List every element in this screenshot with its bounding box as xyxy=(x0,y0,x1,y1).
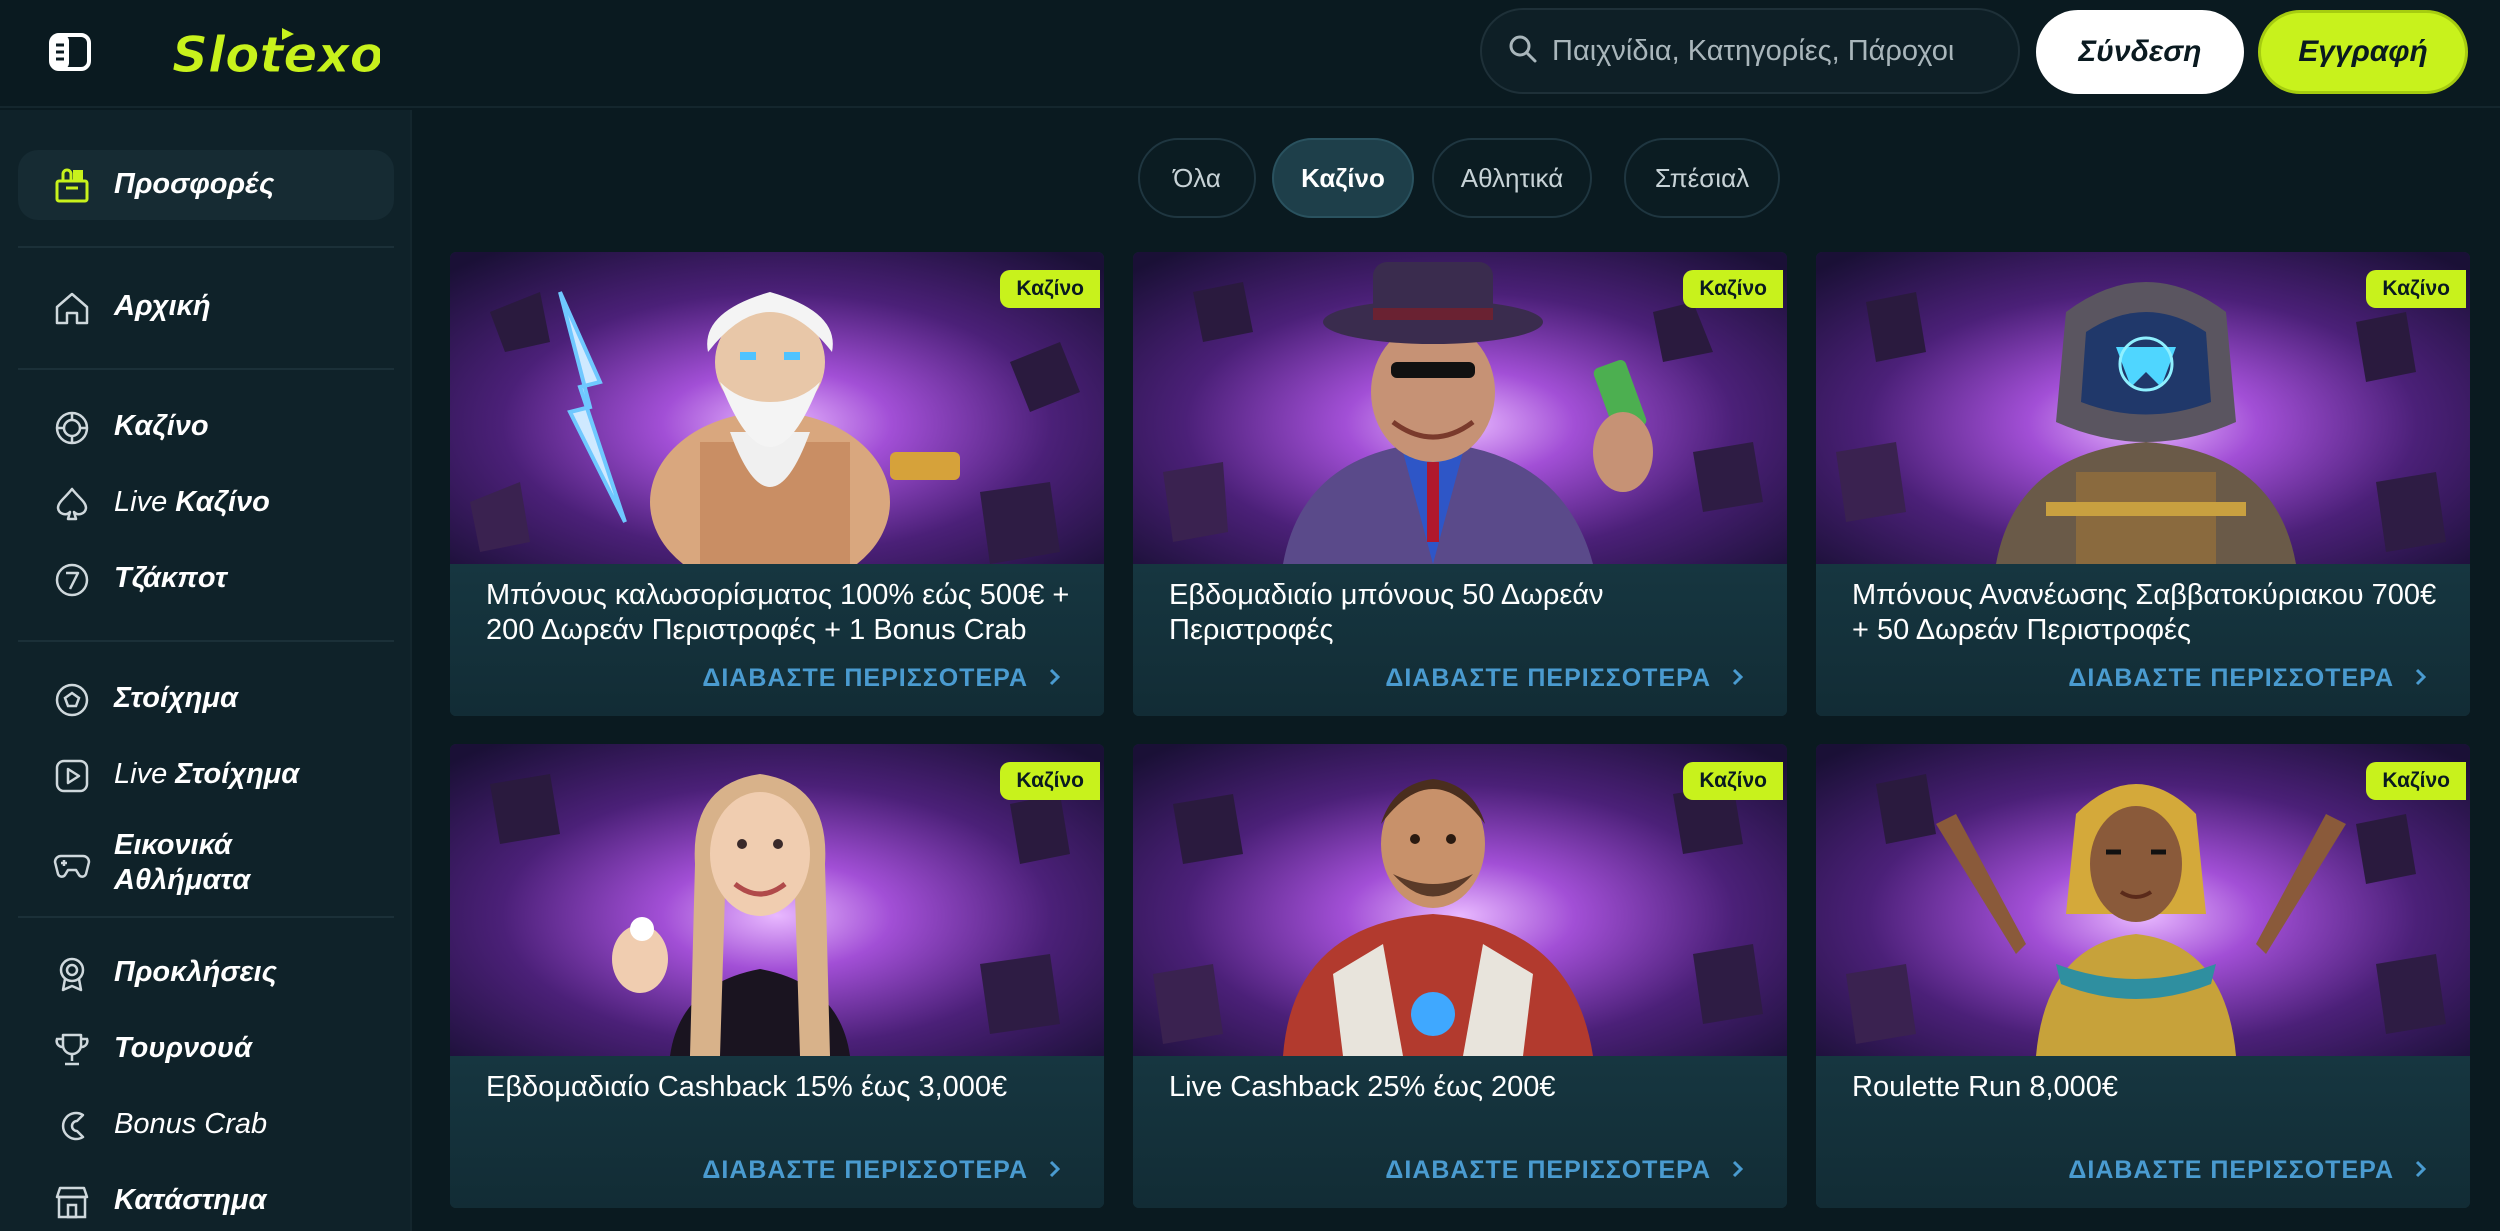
sidebar-item-tournaments[interactable]: Τουρνουά xyxy=(0,1020,412,1080)
sidebar-item-prefix: Live xyxy=(114,758,176,790)
sidebar-item-prefix: Live xyxy=(114,486,176,518)
sidebar-item-label: Αρχική xyxy=(114,290,211,322)
gamepad-icon xyxy=(52,843,92,883)
sidebar-item-label: Εικονικά Αθλήματα xyxy=(114,829,251,896)
read-more-link[interactable]: ΔΙΑΒΑΣΤΕ ΠΕΡΙΣΣΟΤΕΡΑ xyxy=(702,1156,1064,1185)
promo-info: Live Cashback 25% έως 200€ ΔΙΑΒΑΣΤΕ ΠΕΡΙ… xyxy=(1133,1056,1787,1208)
divider xyxy=(18,640,394,642)
category-badge: Καζίνο xyxy=(1683,762,1783,800)
crab-claw-icon xyxy=(52,1106,92,1146)
tab-casino[interactable]: Καζίνο xyxy=(1272,138,1414,218)
sidebar-item-label: Τζάκποτ xyxy=(114,562,227,594)
sidebar-item-bonus-crab[interactable]: Bonus Crab xyxy=(0,1096,412,1156)
sidebar-item-label: Καζίνο xyxy=(175,486,270,518)
sidebar-item-challenges[interactable]: Προκλήσεις xyxy=(0,944,412,1004)
search-icon xyxy=(1508,34,1538,69)
sidebar-item-casino[interactable]: Καζίνο xyxy=(0,398,412,458)
sidebar-item-label: Κατάστημα xyxy=(114,1184,267,1216)
sidebar-item-label: Τουρνουά xyxy=(114,1032,253,1064)
promo-card[interactable]: Καζίνο Εβδομαδιαίο Cashback 15% έως 3,00… xyxy=(450,744,1104,1208)
promo-card[interactable]: Καζίνο Roulette Run 8,000€ ΔΙΑΒΑΣΤΕ ΠΕΡΙ… xyxy=(1816,744,2470,1208)
tab-specials[interactable]: Σπέσιαλ xyxy=(1624,138,1780,218)
promo-title: Roulette Run 8,000€ xyxy=(1852,1071,2119,1103)
sidebar-item-betting[interactable]: Στοίχημα xyxy=(0,670,412,730)
read-more-link[interactable]: ΔΙΑΒΑΣΤΕ ΠΕΡΙΣΣΟΤΕΡΑ xyxy=(1385,664,1747,693)
read-more-label: ΔΙΑΒΑΣΤΕ ΠΕΡΙΣΣΟΤΕΡΑ xyxy=(1385,664,1711,692)
football-icon xyxy=(52,680,92,720)
sidebar-item-jackpot[interactable]: Τζάκποτ xyxy=(0,550,412,610)
login-button[interactable]: Σύνδεση xyxy=(2036,10,2244,94)
home-icon xyxy=(52,288,92,328)
sidebar-item-virtual-sports[interactable]: Εικονικά Αθλήματα xyxy=(0,818,412,908)
search-input[interactable] xyxy=(1552,34,2002,68)
sidebar-item-live-betting[interactable]: Live Στοίχημα xyxy=(0,746,412,806)
store-icon xyxy=(52,1182,92,1222)
category-badge: Καζίνο xyxy=(1000,270,1100,308)
category-badge: Καζίνο xyxy=(1000,762,1100,800)
read-more-label: ΔΙΑΒΑΣΤΕ ΠΕΡΙΣΣΟΤΕΡΑ xyxy=(2068,664,2394,692)
chevron-right-icon xyxy=(1729,664,1747,693)
chevron-right-icon xyxy=(2412,1156,2430,1185)
promo-card[interactable]: Καζίνο Μπόνους καλωσορίσματος 100% εώς 5… xyxy=(450,252,1104,716)
read-more-link[interactable]: ΔΙΑΒΑΣΤΕ ΠΕΡΙΣΣΟΤΕΡΑ xyxy=(702,664,1064,693)
category-tabs: Όλα Καζίνο Αθλητικά Σπέσιαλ xyxy=(0,138,2500,218)
promo-card[interactable]: Καζίνο Μπόνους Ανανέωσης Σαββατοκύριακου… xyxy=(1816,252,2470,716)
medal-icon xyxy=(52,954,92,994)
promo-title: Μπόνους καλωσορίσματος 100% εώς 500€ + 2… xyxy=(486,579,1070,646)
svg-text:Slotexo: Slotexo xyxy=(172,26,380,84)
read-more-label: ΔΙΑΒΑΣΤΕ ΠΕΡΙΣΣΟΤΕΡΑ xyxy=(702,664,1028,692)
sidebar-item-home[interactable]: Αρχική xyxy=(0,278,412,338)
search-bar[interactable] xyxy=(1480,8,2020,94)
seven-icon xyxy=(52,560,92,600)
tab-all[interactable]: Όλα xyxy=(1138,138,1256,218)
divider xyxy=(18,246,394,248)
chevron-right-icon xyxy=(2412,664,2430,693)
read-more-label: ΔΙΑΒΑΣΤΕ ΠΕΡΙΣΣΟΤΕΡΑ xyxy=(702,1156,1028,1184)
sidebar-item-label: Στοίχημα xyxy=(175,758,300,790)
category-badge: Καζίνο xyxy=(2366,270,2466,308)
chevron-right-icon xyxy=(1046,664,1064,693)
promo-info: Μπόνους Ανανέωσης Σαββατοκύριακου 700€ +… xyxy=(1816,564,2470,716)
promo-card[interactable]: Καζίνο Live Cashback 25% έως 200€ ΔΙΑΒΑΣ… xyxy=(1133,744,1787,1208)
chevron-right-icon xyxy=(1729,1156,1747,1185)
category-badge: Καζίνο xyxy=(2366,762,2466,800)
divider xyxy=(18,368,394,370)
read-more-label: ΔΙΑΒΑΣΤΕ ΠΕΡΙΣΣΟΤΕΡΑ xyxy=(2068,1156,2394,1184)
promo-title: Μπόνους Ανανέωσης Σαββατοκύριακου 700€ +… xyxy=(1852,579,2437,646)
chevron-right-icon xyxy=(1046,1156,1064,1185)
sidebar: Προσφορές Αρχική Καζίνο Live Καζίνο Τζάκ… xyxy=(0,110,412,1231)
promo-info: Εβδομαδιαίο μπόνους 50 Δωρεάν Περιστροφέ… xyxy=(1133,564,1787,716)
read-more-link[interactable]: ΔΙΑΒΑΣΤΕ ΠΕΡΙΣΣΟΤΕΡΑ xyxy=(1385,1156,1747,1185)
read-more-link[interactable]: ΔΙΑΒΑΣΤΕ ΠΕΡΙΣΣΟΤΕΡΑ xyxy=(2068,664,2430,693)
sidebar-item-label: Καζίνο xyxy=(114,410,209,442)
promo-info: Μπόνους καλωσορίσματος 100% εώς 500€ + 2… xyxy=(450,564,1104,716)
play-screen-icon xyxy=(52,756,92,796)
sidebar-item-store[interactable]: Κατάστημα xyxy=(0,1172,412,1231)
top-header: Slotexo Σύνδεση Εγγραφή xyxy=(0,0,2500,108)
category-badge: Καζίνο xyxy=(1683,270,1783,308)
trophy-icon xyxy=(52,1030,92,1070)
sidebar-item-label: Προκλήσεις xyxy=(114,956,277,988)
register-button[interactable]: Εγγραφή xyxy=(2258,10,2468,94)
divider xyxy=(18,916,394,918)
slotexo-logo[interactable]: Slotexo xyxy=(170,22,381,85)
sidebar-toggle-icon[interactable] xyxy=(48,32,92,72)
promo-title: Εβδομαδιαίο μπόνους 50 Δωρεάν Περιστροφέ… xyxy=(1169,579,1604,646)
sidebar-item-live-casino[interactable]: Live Καζίνο xyxy=(0,474,412,534)
promo-info: Εβδομαδιαίο Cashback 15% έως 3,000€ ΔΙΑΒ… xyxy=(450,1056,1104,1208)
promo-title: Εβδομαδιαίο Cashback 15% έως 3,000€ xyxy=(486,1071,1008,1103)
sidebar-item-label: Bonus Crab xyxy=(114,1108,268,1140)
sidebar-item-label: Στοίχημα xyxy=(114,682,238,714)
promo-card[interactable]: Καζίνο Εβδομαδιαίο μπόνους 50 Δωρεάν Περ… xyxy=(1133,252,1787,716)
read-more-label: ΔΙΑΒΑΣΤΕ ΠΕΡΙΣΣΟΤΕΡΑ xyxy=(1385,1156,1711,1184)
tab-sports[interactable]: Αθλητικά xyxy=(1432,138,1592,218)
promo-title: Live Cashback 25% έως 200€ xyxy=(1169,1071,1556,1103)
spade-icon xyxy=(52,484,92,524)
casino-chip-icon xyxy=(52,408,92,448)
promo-info: Roulette Run 8,000€ ΔΙΑΒΑΣΤΕ ΠΕΡΙΣΣΟΤΕΡΑ xyxy=(1816,1056,2470,1208)
read-more-link[interactable]: ΔΙΑΒΑΣΤΕ ΠΕΡΙΣΣΟΤΕΡΑ xyxy=(2068,1156,2430,1185)
